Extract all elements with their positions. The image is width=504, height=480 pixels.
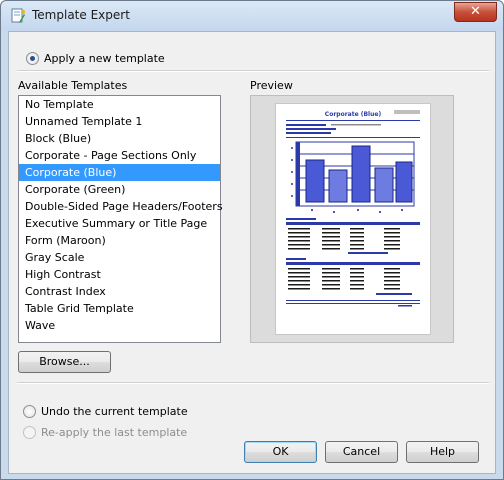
apply-new-template-label: Apply a new template bbox=[44, 51, 165, 65]
cancel-button[interactable]: Cancel bbox=[325, 441, 398, 463]
divider-top bbox=[17, 70, 489, 72]
title-bar: Template Expert ✕ bbox=[1, 1, 503, 31]
template-list-item[interactable]: Double-Sided Page Headers/Footers bbox=[19, 198, 223, 215]
template-list-item[interactable]: Contrast Index bbox=[19, 283, 220, 300]
help-button[interactable]: Help bbox=[406, 441, 479, 463]
dialog-body: Apply a new template Available Templates… bbox=[8, 31, 496, 474]
apply-new-template-option[interactable]: Apply a new template bbox=[26, 50, 165, 66]
reapply-template-option: Re-apply the last template bbox=[23, 424, 187, 440]
preview-report-title: Corporate (Blue) bbox=[325, 111, 382, 118]
template-list-item[interactable]: No Template bbox=[19, 96, 220, 113]
template-list-item[interactable]: Form (Maroon) bbox=[19, 232, 220, 249]
template-list-item[interactable]: Unnamed Template 1 bbox=[19, 113, 220, 130]
undo-template-label: Undo the current template bbox=[41, 404, 188, 418]
undo-template-radio[interactable] bbox=[23, 404, 36, 418]
template-list-item[interactable]: Gray Scale bbox=[19, 249, 220, 266]
window-title: Template Expert bbox=[32, 8, 130, 22]
template-list-item[interactable]: Executive Summary or Title Page bbox=[19, 215, 220, 232]
available-templates-label: Available Templates bbox=[18, 79, 128, 92]
reapply-template-label: Re-apply the last template bbox=[41, 425, 188, 439]
template-list-item[interactable]: Wave bbox=[19, 317, 220, 334]
template-list-item[interactable]: Corporate - Page Sections Only bbox=[19, 147, 220, 164]
browse-button[interactable]: Browse... bbox=[18, 351, 111, 373]
apply-new-template-radio[interactable] bbox=[26, 51, 39, 65]
undo-template-option[interactable]: Undo the current template bbox=[23, 403, 188, 419]
template-list-item[interactable]: Corporate (Green) bbox=[19, 181, 220, 198]
template-list-item[interactable]: Corporate (Blue) bbox=[19, 164, 220, 181]
close-icon: ✕ bbox=[470, 4, 481, 19]
template-list-item[interactable]: Block (Blue) bbox=[19, 130, 220, 147]
close-button[interactable]: ✕ bbox=[454, 2, 497, 22]
templates-listbox[interactable]: No Template Unnamed Template 1 Block (Blue… bbox=[18, 95, 223, 343]
preview-report-image: Corporate (Blue) bbox=[286, 110, 420, 307]
dialog-window: Template Expert ✕ Apply a new template A… bbox=[0, 0, 504, 480]
preview-thumbnail: Corporate (Blue) bbox=[275, 103, 431, 335]
preview-pane: Corporate (Blue) bbox=[250, 95, 454, 343]
ok-button[interactable]: OK bbox=[244, 441, 317, 463]
template-wizard-icon bbox=[11, 8, 25, 23]
divider-bottom bbox=[17, 382, 489, 384]
reapply-template-radio bbox=[23, 425, 36, 439]
template-list-item[interactable]: Table Grid Template bbox=[19, 300, 220, 317]
template-list-item[interactable]: High Contrast bbox=[19, 266, 220, 283]
preview-label: Preview bbox=[250, 79, 293, 92]
